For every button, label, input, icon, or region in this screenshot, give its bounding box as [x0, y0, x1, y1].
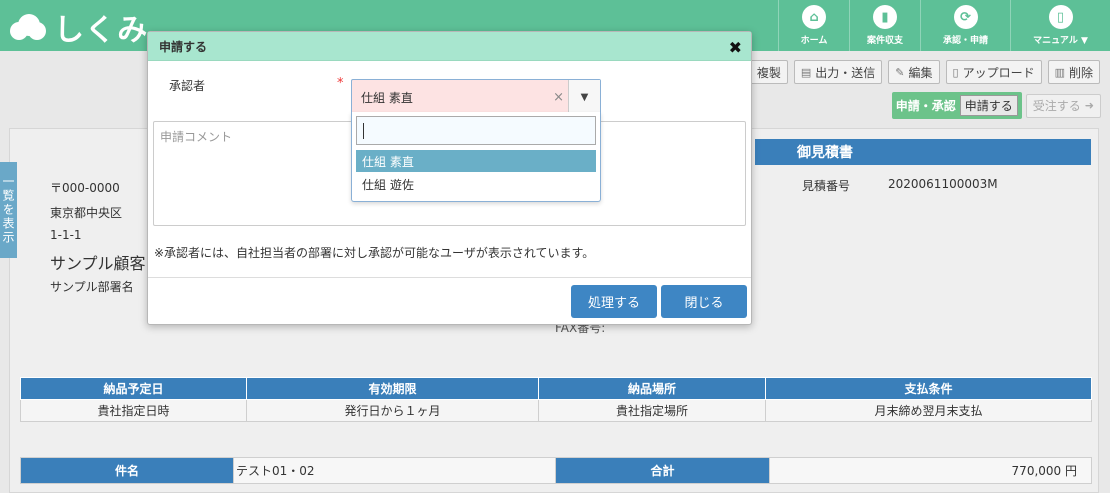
approval-row: 申請・承認 申請する 受注する ➜ [891, 92, 1101, 119]
logo-text: しくみ [54, 13, 149, 48]
order-label: 受注する [1032, 99, 1081, 113]
customer-name: サンプル顧客 [50, 254, 146, 273]
clear-selection-icon[interactable]: × [553, 90, 564, 105]
dialog-title: 申請する [148, 32, 751, 61]
pencil-icon: ✎ [895, 65, 905, 79]
apply-button[interactable]: 申請する [959, 95, 1018, 116]
total-value: 770,000 円 [769, 457, 1092, 484]
postal-code: 〒000-0000 [50, 181, 120, 195]
dropdown-search-input[interactable] [356, 116, 596, 145]
address-line-1: 東京都中央区 [50, 206, 123, 220]
nav-project-balance-label: 案件収支 [866, 36, 903, 46]
nav-home-label: ホーム [800, 36, 828, 46]
chevron-down-icon[interactable]: ▼ [568, 80, 600, 114]
info-header: 納品場所 [538, 377, 766, 400]
address-line-2: 1-1-1 [50, 228, 82, 242]
department-name: サンプル部署名 [50, 280, 134, 294]
main-nav: ⌂ ホーム ▮ 案件収支 ⟳ 承認・申請 ▯ マニュアル ▼ [778, 0, 1110, 51]
info-header: 納品予定日 [20, 377, 247, 400]
close-icon[interactable]: ✖ [729, 38, 742, 57]
cloud-logo-icon [8, 12, 48, 42]
nav-home[interactable]: ⌂ ホーム [778, 0, 849, 51]
book-icon: ▯ [1048, 5, 1073, 29]
copy-button[interactable]: 複製 [749, 60, 788, 84]
info-cell: 貴社指定日時 [20, 399, 247, 422]
chart-icon: ▮ [873, 5, 897, 29]
close-button[interactable]: 閉じる [661, 285, 747, 318]
nav-project-balance[interactable]: ▮ 案件収支 [849, 0, 920, 51]
file-icon: ▯ [952, 65, 959, 79]
estimate-number-label: 見積番号 [802, 179, 851, 193]
delivery-info-table: 納品予定日 有効期限 納品場所 支払条件 貴社指定日時 発行日から１ヶ月 貴社指… [20, 377, 1092, 422]
approver-label: 承認者 [169, 79, 206, 93]
subject-label: 件名 [20, 457, 234, 484]
subject-value: テスト01・02 [233, 457, 556, 484]
delete-label: 削除 [1068, 65, 1093, 80]
estimate-number: 2020061100003M [888, 177, 998, 191]
info-cell: 発行日から１ヶ月 [246, 399, 539, 422]
total-label: 合計 [555, 457, 770, 484]
file-export-icon: ▤ [800, 65, 812, 79]
output-send-label: 出力・送信 [815, 65, 876, 80]
info-cell: 貴社指定場所 [538, 399, 766, 422]
home-icon: ⌂ [802, 5, 826, 29]
cycle-icon: ⟳ [953, 5, 978, 29]
submit-button[interactable]: 処理する [571, 285, 657, 318]
nav-approval[interactable]: ⟳ 承認・申請 [920, 0, 1010, 51]
approval-group-label: 申請・承認 [895, 99, 956, 113]
comment-placeholder: 申請コメント [160, 130, 233, 144]
delete-button[interactable]: ▥ 削除 [1047, 60, 1100, 84]
order-button[interactable]: 受注する ➜ [1025, 93, 1101, 118]
nav-manual[interactable]: ▯ マニュアル ▼ [1010, 0, 1110, 51]
approver-dropdown: 仕組 素直 仕組 遊佐 [351, 112, 601, 202]
edit-button[interactable]: ✎ 編集 [888, 60, 940, 84]
nav-approval-label: 承認・申請 [942, 36, 988, 46]
dropdown-option[interactable]: 仕組 遊佐 [356, 173, 596, 195]
info-header: 有効期限 [246, 377, 539, 400]
show-list-tab[interactable]: 一覧を表示 [0, 162, 17, 258]
arrow-right-icon: ➜ [1084, 99, 1094, 112]
nav-manual-label: マニュアル ▼ [1033, 36, 1088, 46]
approver-note: ※承認者には、自社担当者の部署に対し承認が可能なユーザが表示されています。 [154, 246, 595, 260]
info-cell: 月末締め翌月末支払 [765, 399, 1092, 422]
dialog-footer: 処理する 閉じる [148, 277, 751, 325]
output-send-button[interactable]: ▤ 出力・送信 [793, 60, 883, 84]
upload-label: アップロード [962, 65, 1035, 80]
required-mark: * [337, 76, 344, 91]
copy-button-label: 複製 [756, 65, 781, 80]
upload-button[interactable]: ▯ アップロード [945, 60, 1042, 84]
info-header: 支払条件 [765, 377, 1092, 400]
text-cursor [363, 123, 364, 139]
dropdown-option[interactable]: 仕組 素直 [356, 150, 596, 172]
trash-icon: ▥ [1054, 65, 1065, 79]
approver-selected-value: 仕組 素直 [361, 90, 413, 105]
document-title: 御見積書 [755, 139, 1091, 165]
edit-label: 編集 [908, 65, 933, 80]
document-toolbar: 複製 ▤ 出力・送信 ✎ 編集 ▯ アップロード ▥ 削除 [749, 60, 1100, 84]
app-logo[interactable]: しくみ [8, 10, 148, 48]
subject-table: 件名 テスト01・02 合計 770,000 円 [20, 457, 1092, 484]
approver-select[interactable]: 仕組 素直 × ▼ [351, 79, 601, 115]
approval-group: 申請・承認 申請する [891, 92, 1022, 119]
